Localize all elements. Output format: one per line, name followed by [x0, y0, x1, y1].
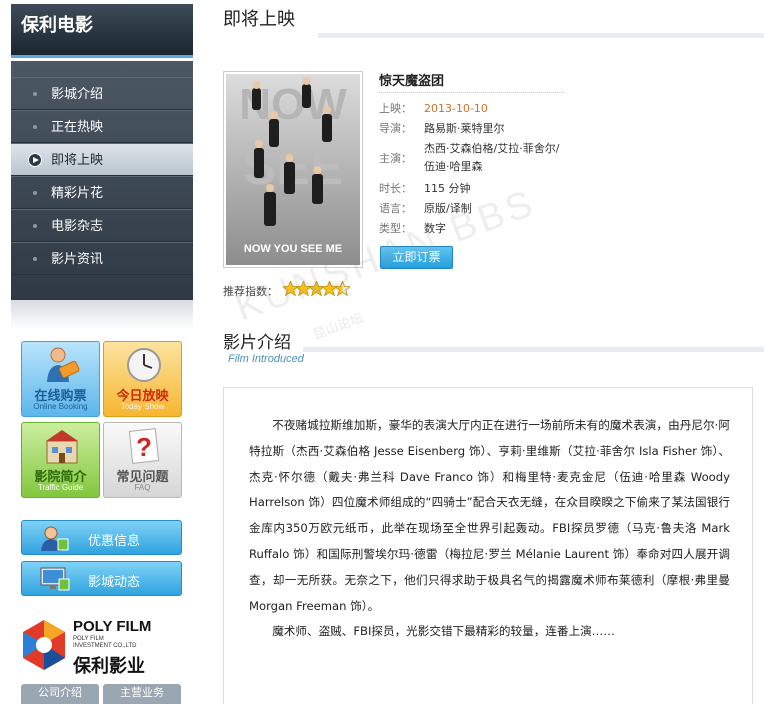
sidebar: 保利电影 影城介绍 正在热映 即将上映 精彩片花 电影杂志 影片资讯 在线购票 … [0, 0, 200, 704]
cinema-building-icon [46, 430, 78, 464]
poly-film-logo: POLY FILM POLY FILM INVESTMENT CO.,LTD 保… [21, 612, 186, 680]
title-divider [318, 33, 764, 38]
nav-item-coming-soon[interactable]: 即将上映 [11, 143, 193, 176]
nav-shadow [11, 300, 193, 330]
nav-item-trailers[interactable]: 精彩片花 [11, 176, 193, 209]
faq-tile[interactable]: ? 常见问题 FAQ [103, 422, 182, 498]
release-date: 2013-10-10 [424, 102, 488, 115]
ticket-tag-icon [47, 347, 80, 382]
synopsis-paragraph-2: 魔术师、盗贼、FBI探员，光影交错下最精彩的较量，连番上演…… [272, 624, 615, 639]
bullet-icon [33, 191, 37, 195]
nav-item-film-news[interactable]: 影片资讯 [11, 242, 193, 275]
tab-main-business[interactable]: 主营业务 [103, 684, 181, 704]
promotions-button[interactable]: 优惠信息 [21, 520, 182, 555]
bullet-icon [33, 92, 37, 96]
book-now-button[interactable]: 立即订票 [380, 246, 453, 269]
svg-text:?: ? [136, 432, 152, 462]
synopsis-paragraph-1: 不夜赌城拉斯维加斯，豪华的表演大厅内正在进行一场前所未有的魔术表演，由丹尼尔·阿… [249, 418, 730, 613]
online-booking-tile[interactable]: 在线购票 Online Booking [21, 341, 100, 417]
intro-title: 影片介绍 [223, 333, 291, 353]
cinema-news-button[interactable]: 影城动态 [21, 561, 182, 596]
bullet-icon [33, 257, 37, 261]
tab-company-intro[interactable]: 公司介绍 [21, 684, 99, 704]
user-icon [41, 526, 69, 551]
play-icon [28, 153, 42, 167]
intro-divider [303, 347, 764, 352]
movie-title-divider [379, 92, 564, 93]
nav-item-now-showing[interactable]: 正在热映 [11, 110, 193, 143]
star-half-icon [335, 281, 350, 296]
question-icon: ? [128, 428, 160, 464]
brand-header: 保利电影 [11, 4, 193, 58]
forum-watermark-cn: 昆山论坛 [311, 310, 366, 343]
nav-item-magazine[interactable]: 电影杂志 [11, 209, 193, 242]
poster-title-text: NOW YOU SEE ME [244, 243, 342, 255]
main-nav: 影城介绍 正在热映 即将上映 精彩片花 电影杂志 影片资讯 [11, 61, 193, 300]
bullet-icon [33, 224, 37, 228]
nav-item-cinema-intro[interactable]: 影城介绍 [11, 77, 193, 110]
intro-subtitle: Film Introduced [228, 353, 304, 365]
monitor-icon [40, 567, 70, 591]
cinema-intro-tile[interactable]: 影院简介 Traffic Guide [21, 422, 100, 498]
movie-title[interactable]: 惊天魔盗团 [379, 70, 444, 89]
page-title: 即将上映 [223, 9, 295, 30]
clock-icon [127, 348, 161, 382]
brand-title: 保利电影 [21, 15, 93, 36]
poly-film-emblem-icon [23, 620, 65, 670]
poster-image: NOW SEE NOW YOU SEE ME [226, 74, 360, 265]
synopsis-box: 不夜赌城拉斯维加斯，豪华的表演大厅内正在进行一场前所未有的魔术表演，由丹尼尔·阿… [223, 387, 753, 704]
bullet-icon [33, 125, 37, 129]
today-show-tile[interactable]: 今日放映 Today Show [103, 341, 182, 417]
movie-poster[interactable]: NOW SEE NOW YOU SEE ME [223, 71, 363, 268]
